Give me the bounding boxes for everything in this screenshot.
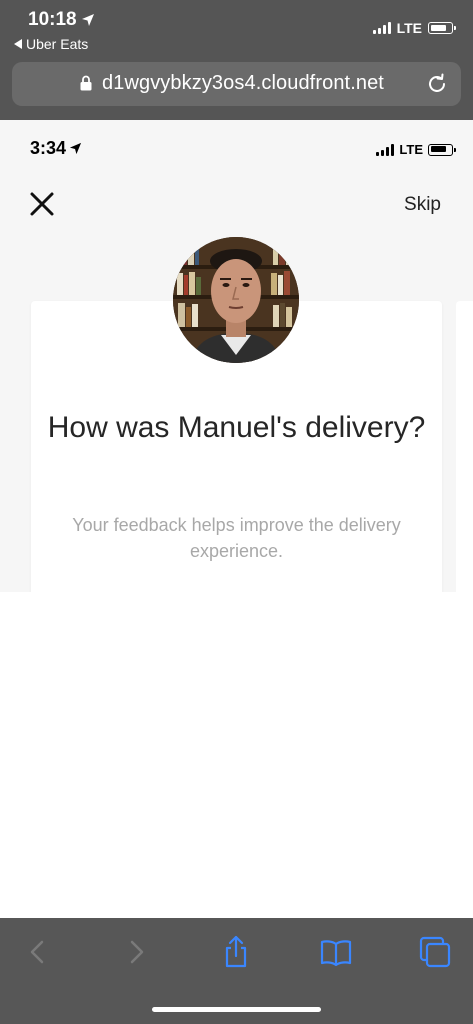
battery-icon (428, 143, 456, 156)
back-app-label: Uber Eats (26, 36, 89, 52)
rating-question: How was Manuel's delivery? (47, 411, 426, 444)
web-content: 3:34 LTE Skip How was Manuel's delivery?… (0, 120, 473, 592)
outer-time-text: 10:18 (28, 9, 77, 30)
avatar-portrait (173, 237, 299, 363)
home-indicator[interactable] (152, 1007, 321, 1012)
bookmarks-icon[interactable] (318, 934, 354, 970)
battery-icon (428, 22, 456, 34)
inner-clock: 3:34 (30, 138, 82, 159)
url-text: d1wgvybkzy3os4.cloudfront.net (102, 72, 384, 94)
inner-status-indicators: LTE (376, 142, 456, 157)
url-region: d1wgvybkzy3os4.cloudfront.net (0, 58, 473, 120)
share-icon[interactable] (218, 934, 254, 970)
signal-icon (376, 143, 395, 156)
back-triangle-icon (14, 39, 22, 49)
courier-avatar (173, 237, 299, 363)
skip-button[interactable]: Skip (404, 194, 441, 216)
back-to-app-link[interactable]: Uber Eats (14, 36, 88, 52)
back-icon[interactable] (20, 934, 56, 970)
outer-clock: 10:18 (28, 9, 95, 31)
tabs-icon[interactable] (417, 934, 453, 970)
rating-subtext: Your feedback helps improve the delivery… (72, 515, 401, 561)
url-bar[interactable]: d1wgvybkzy3os4.cloudfront.net (12, 62, 461, 106)
forward-icon[interactable] (118, 934, 154, 970)
outer-status-indicators: LTE (372, 20, 456, 36)
close-icon[interactable] (28, 190, 56, 218)
next-card-peek (456, 301, 473, 592)
network-type: LTE (396, 20, 422, 36)
location-arrow-icon (69, 142, 82, 155)
location-arrow-icon (81, 14, 94, 26)
lock-icon (80, 75, 92, 91)
reload-icon[interactable] (425, 72, 449, 96)
inner-time-text: 3:34 (30, 138, 67, 158)
signal-icon (372, 22, 391, 34)
network-type: LTE (399, 142, 423, 157)
outer-status-bar: 10:18 Uber Eats LTE (0, 0, 473, 58)
